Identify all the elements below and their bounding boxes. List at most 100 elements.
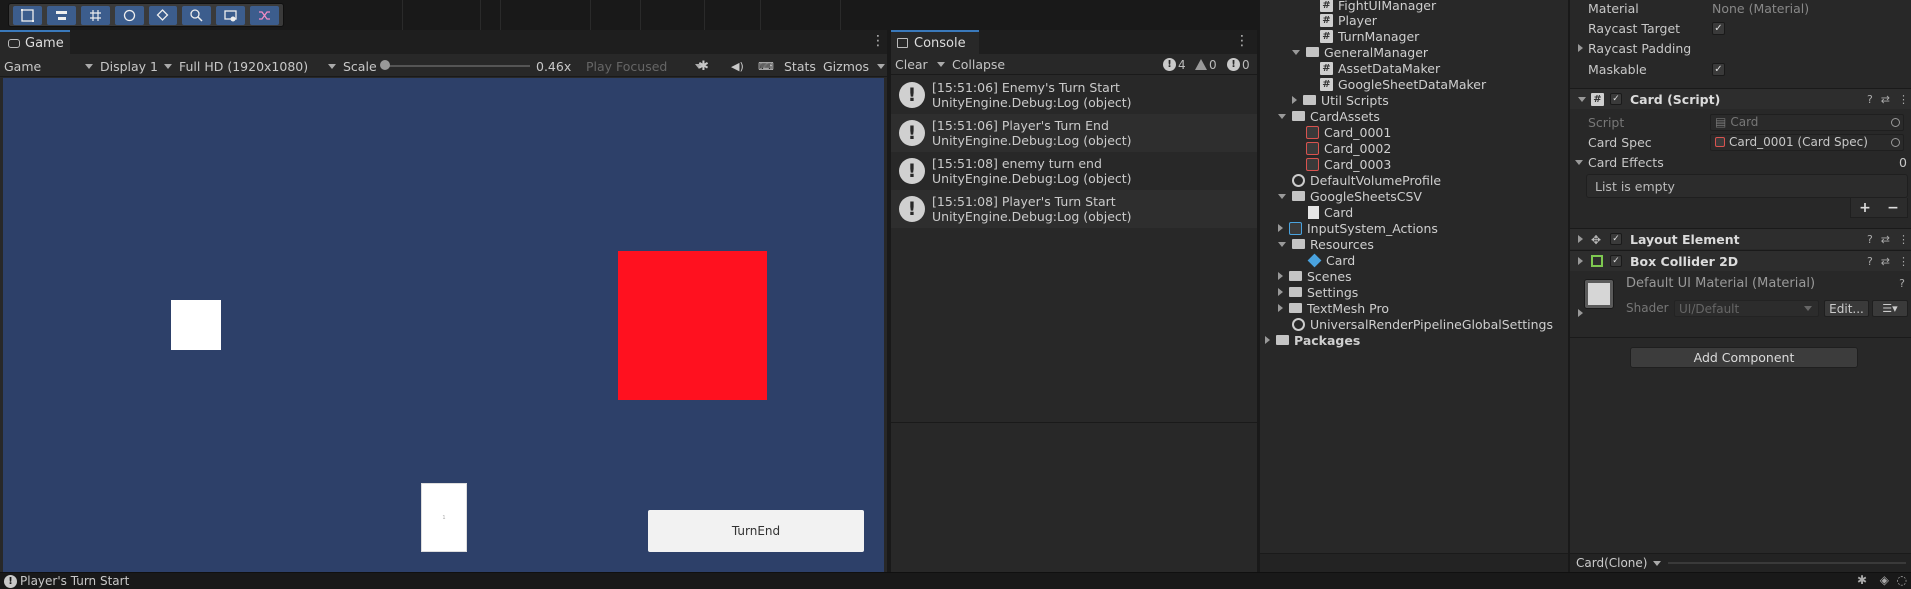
cache-icon[interactable]: ◈ xyxy=(1880,573,1889,587)
tree-folder[interactable]: GeneralManager xyxy=(1292,44,1428,60)
tree-item[interactable]: # AssetDataMaker xyxy=(1320,60,1440,76)
status-message[interactable]: Player's Turn Start xyxy=(20,574,129,588)
log-entry[interactable]: ! [15:51:06] Enemy's Turn Start UnityEngin… xyxy=(891,76,1257,114)
shader-dropdown[interactable]: UI/Default xyxy=(1674,300,1819,317)
tree-folder[interactable]: GoogleSheetsCSV xyxy=(1278,188,1422,204)
turnend-button[interactable]: TurnEnd xyxy=(648,510,864,552)
remove-item-button[interactable]: − xyxy=(1887,200,1899,216)
snap-tool-button[interactable] xyxy=(148,5,178,25)
card-effects-row[interactable]: Card Effects 0 xyxy=(1570,152,1911,172)
tree-folder[interactable]: Util Scripts xyxy=(1292,92,1389,108)
scale-slider[interactable] xyxy=(382,65,530,67)
help-icon[interactable]: ? xyxy=(1867,255,1873,268)
resolution-dropdown[interactable]: Full HD (1920x1080) xyxy=(179,58,337,74)
tree-item[interactable]: # TurnManager xyxy=(1320,28,1419,44)
raycast-target-checkbox[interactable]: ✓ xyxy=(1712,21,1725,35)
tree-folder[interactable]: Scenes xyxy=(1278,268,1352,284)
kebab-icon[interactable]: ⋮ xyxy=(1898,233,1909,246)
box-collider-header[interactable]: ✓ Box Collider 2D ? ⇄ ⋮ xyxy=(1570,250,1911,271)
game-mode-dropdown[interactable]: Game xyxy=(4,58,94,74)
collapse-arrow-icon[interactable] xyxy=(1578,309,1583,317)
warning-count-toggle[interactable]: 0 xyxy=(1195,56,1217,73)
preview-resize-bar[interactable] xyxy=(1668,562,1906,564)
tree-folder[interactable]: Packages xyxy=(1265,332,1360,348)
tab-game[interactable]: Game xyxy=(0,30,70,54)
tree-item[interactable]: Card_0001 xyxy=(1306,124,1391,140)
collapse-arrow-icon[interactable] xyxy=(1265,336,1270,344)
preset-icon[interactable]: ⇄ xyxy=(1881,93,1890,106)
tree-item[interactable]: DefaultVolumeProfile xyxy=(1292,172,1441,188)
play-focused-dropdown[interactable]: Play Focused xyxy=(586,58,704,74)
collapse-arrow-icon[interactable] xyxy=(1578,257,1583,265)
bug-icon[interactable]: ✱ xyxy=(698,58,709,74)
log-entry[interactable]: ! [15:51:06] Player's Turn End UnityEngine… xyxy=(891,114,1257,152)
tree-folder[interactable]: CardAssets xyxy=(1278,108,1380,124)
add-component-button[interactable]: Add Component xyxy=(1630,347,1858,368)
tree-item[interactable]: Card_0003 xyxy=(1306,156,1391,172)
orbit-tool-button[interactable] xyxy=(114,5,144,25)
collapse-arrow-icon[interactable] xyxy=(1578,235,1583,243)
console-detail-divider[interactable] xyxy=(891,422,1257,423)
expand-arrow-icon[interactable] xyxy=(1292,49,1300,55)
help-icon[interactable]: ? xyxy=(1899,277,1905,290)
preset-icon[interactable]: ⇄ xyxy=(1881,255,1890,268)
game-menu-icon[interactable]: ⋮ xyxy=(871,33,885,51)
shader-options-button[interactable]: ☰▾ xyxy=(1872,300,1908,317)
stats-button[interactable]: Stats xyxy=(784,58,816,74)
expand-arrow-icon[interactable] xyxy=(1578,96,1586,102)
expand-arrow-icon[interactable] xyxy=(1278,193,1286,199)
material-field[interactable]: None (Material) xyxy=(1712,1,1809,16)
tree-folder[interactable]: Settings xyxy=(1278,284,1358,300)
edit-shader-button[interactable]: Edit... xyxy=(1824,300,1869,317)
selection-dropdown[interactable]: Card(Clone) xyxy=(1576,555,1662,571)
scale-slider-handle[interactable] xyxy=(380,60,390,70)
log-entry[interactable]: ! [15:51:08] enemy turn end UnityEngine.De… xyxy=(891,152,1257,190)
raycast-padding-row[interactable]: Raycast Padding xyxy=(1570,38,1911,58)
help-icon[interactable]: ? xyxy=(1867,233,1873,246)
tree-item[interactable]: # GoogleSheetDataMaker xyxy=(1320,76,1486,92)
error-count-toggle[interactable]: ! 0 xyxy=(1227,56,1250,73)
audio-icon[interactable]: ◀) xyxy=(731,58,744,74)
white-square-object[interactable] xyxy=(171,300,221,350)
preset-icon[interactable]: ⇄ xyxy=(1881,233,1890,246)
collapse-button[interactable]: Collapse xyxy=(952,56,1005,72)
collapse-arrow-icon[interactable] xyxy=(1278,304,1283,312)
expand-arrow-icon[interactable] xyxy=(1278,241,1286,247)
tree-item[interactable]: InputSystem_Actions xyxy=(1278,220,1438,236)
shuffle-tool-button[interactable] xyxy=(250,5,279,25)
game-view[interactable]: 1 TurnEnd xyxy=(3,78,884,572)
object-picker-icon[interactable] xyxy=(1891,137,1900,147)
keyboard-icon[interactable]: ⌨ xyxy=(758,58,774,74)
collapse-arrow-icon[interactable] xyxy=(1278,272,1283,280)
clear-dropdown[interactable]: Clear xyxy=(895,56,945,72)
card-spec-field[interactable]: Card_0001 (Card Spec) xyxy=(1710,133,1904,151)
align-tool-button[interactable] xyxy=(46,5,76,25)
console-menu-icon[interactable]: ⋮ xyxy=(1235,33,1249,49)
tree-item[interactable]: UniversalRenderPipelineGlobalSettings xyxy=(1292,316,1553,332)
expand-arrow-icon[interactable] xyxy=(1278,113,1286,119)
grid-tool-button[interactable] xyxy=(80,5,110,25)
card-script-header[interactable]: # ✓ Card (Script) ? ⇄ ⋮ xyxy=(1570,88,1911,109)
zoom-tool-button[interactable] xyxy=(182,5,212,25)
capture-tool-button[interactable] xyxy=(216,5,246,25)
tree-folder[interactable]: Resources xyxy=(1278,236,1374,252)
gizmos-dropdown[interactable]: Gizmos xyxy=(823,58,886,74)
rect-tool-button[interactable] xyxy=(13,5,42,25)
kebab-icon[interactable]: ⋮ xyxy=(1898,255,1909,268)
expand-arrow-icon[interactable] xyxy=(1575,159,1583,165)
component-enabled-checkbox[interactable]: ✓ xyxy=(1610,93,1622,105)
card-effects-count[interactable]: 0 xyxy=(1899,155,1907,170)
tab-console[interactable]: Console xyxy=(891,30,979,54)
tree-item[interactable]: Card xyxy=(1307,252,1355,268)
component-enabled-checkbox[interactable]: ✓ xyxy=(1610,255,1622,267)
display-dropdown[interactable]: Display 1 xyxy=(100,58,173,74)
collapse-arrow-icon[interactable] xyxy=(1278,288,1283,296)
kebab-icon[interactable]: ⋮ xyxy=(1898,93,1909,106)
collapse-arrow-icon[interactable] xyxy=(1578,44,1583,52)
collapse-arrow-icon[interactable] xyxy=(1278,224,1283,232)
activity-icon[interactable]: ◌ xyxy=(1897,573,1907,587)
collapse-arrow-icon[interactable] xyxy=(1292,96,1297,104)
component-enabled-checkbox[interactable]: ✓ xyxy=(1610,233,1622,245)
debug-icon[interactable]: ✱ xyxy=(1857,573,1867,587)
card-object[interactable]: 1 xyxy=(421,483,467,552)
